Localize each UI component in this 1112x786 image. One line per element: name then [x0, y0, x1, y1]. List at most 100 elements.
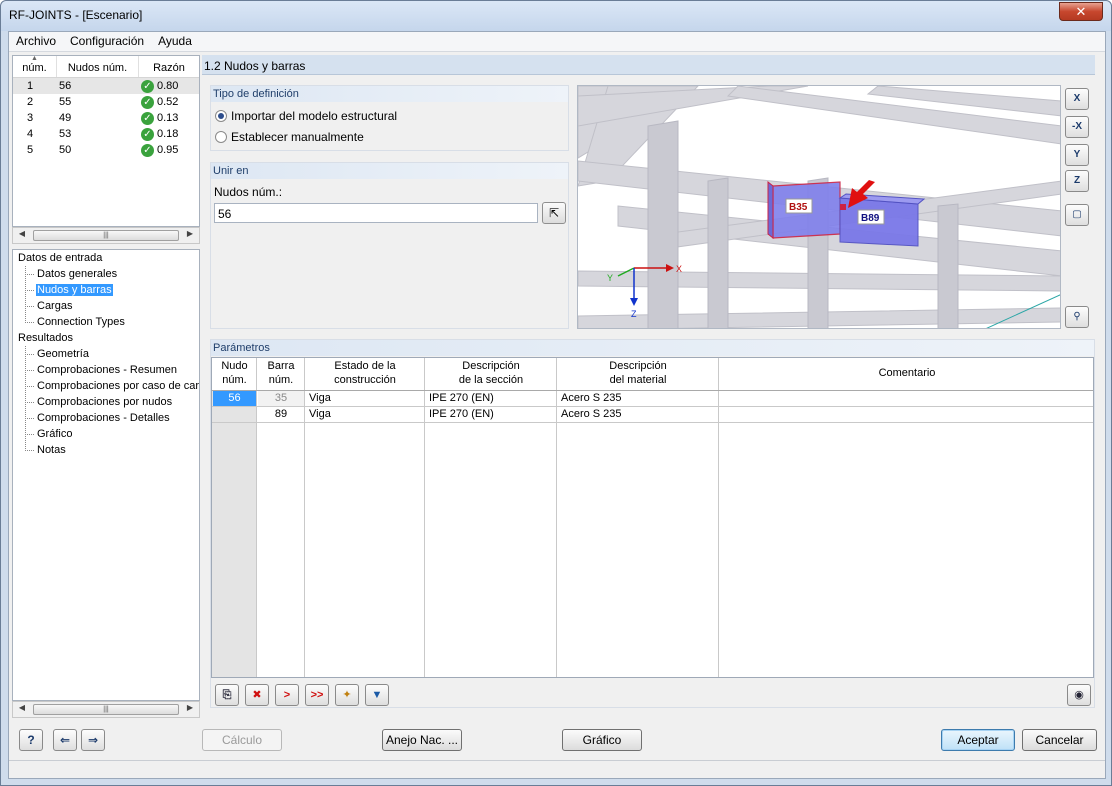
- menu-ayuda[interactable]: Ayuda: [151, 32, 199, 50]
- view-zoom-button[interactable]: ⚲: [1065, 306, 1089, 328]
- member-label-b35: B35: [789, 202, 808, 213]
- col-header-section: Descripción de la sección: [458, 360, 524, 386]
- tree-item-nodes-bars[interactable]: Nudos y barras: [13, 282, 199, 298]
- menu-configuracion[interactable]: Configuración: [63, 32, 151, 50]
- cancel-button[interactable]: Cancelar: [1022, 729, 1097, 751]
- app-window: RF-JOINTS - [Escenario] ✕ Archivo Configu…: [0, 0, 1112, 786]
- radio-manual[interactable]: Establecer manualmente: [215, 129, 364, 145]
- tree-item-geometry[interactable]: Geometría: [13, 346, 199, 362]
- national-annex-button[interactable]: Anejo Nac. ...: [382, 729, 462, 751]
- scroll-thumb[interactable]: |||: [33, 230, 179, 241]
- list-item[interactable]: 3 49 ✓ 0.13: [13, 110, 199, 126]
- tree-item-loads[interactable]: Cargas: [13, 298, 199, 314]
- scroll-thumb[interactable]: |||: [33, 704, 179, 715]
- cell-bar[interactable]: 89: [258, 407, 304, 422]
- scroll-right-icon[interactable]: ▶: [183, 229, 197, 238]
- pick-node-button[interactable]: ⇱: [542, 202, 566, 224]
- import-table-button[interactable]: ⎘: [215, 684, 239, 706]
- tree-label: Comprobaciones - Resumen: [37, 364, 178, 376]
- tree-root-input[interactable]: Datos de entrada: [13, 250, 199, 266]
- accept-button[interactable]: Aceptar: [941, 729, 1015, 751]
- list-item[interactable]: 5 50 ✓ 0.95: [13, 142, 199, 158]
- table-row[interactable]: 56 35 Viga IPE 270 (EN) Acero S 235: [212, 391, 1093, 407]
- cell-material[interactable]: Acero S 235: [558, 391, 718, 406]
- view-toolbar: X -X Y Z ▢ ⚲: [1065, 88, 1091, 330]
- close-button[interactable]: ✕: [1059, 2, 1103, 21]
- col-header-ratio[interactable]: Razón: [139, 56, 199, 77]
- tree-label: Connection Types: [37, 316, 125, 328]
- row-ratio: ✓ 0.95: [139, 142, 199, 158]
- cell-state[interactable]: Viga: [306, 407, 424, 422]
- row-ratio: ✓ 0.13: [139, 110, 199, 126]
- scroll-left-icon[interactable]: ◀: [15, 229, 29, 238]
- model-viewport[interactable]: B35 B89 X Y Z: [577, 85, 1061, 329]
- import-button[interactable]: ⇐: [53, 729, 77, 751]
- tree-item-notes[interactable]: Notas: [13, 442, 199, 458]
- view-y-button[interactable]: Y: [1065, 144, 1089, 166]
- add-button[interactable]: ✦: [335, 684, 359, 706]
- group-title: Unir en: [211, 163, 568, 179]
- tree-root-results[interactable]: Resultados: [13, 330, 199, 346]
- calculate-button[interactable]: Cálculo: [202, 729, 282, 751]
- tree-item-connection-types[interactable]: Connection Types: [13, 314, 199, 330]
- scroll-left-icon[interactable]: ◀: [15, 703, 29, 712]
- radio-button[interactable]: [215, 110, 227, 122]
- cell-state[interactable]: Viga: [306, 391, 424, 406]
- title-bar[interactable]: RF-JOINTS - [Escenario] ✕: [1, 1, 1111, 31]
- tree-item-checks-details[interactable]: Comprobaciones - Detalles: [13, 410, 199, 426]
- scroll-right-icon[interactable]: ▶: [183, 703, 197, 712]
- cell-section[interactable]: IPE 270 (EN): [426, 391, 556, 406]
- radio-button[interactable]: [215, 131, 227, 143]
- list-item[interactable]: 4 53 ✓ 0.18: [13, 126, 199, 142]
- row-num: 4: [27, 128, 34, 140]
- tree-item-graphic[interactable]: Gráfico: [13, 426, 199, 442]
- view-minus-x-button[interactable]: -X: [1065, 116, 1089, 138]
- tree-item-general-data[interactable]: Datos generales: [13, 266, 199, 282]
- cell-node[interactable]: [213, 407, 256, 422]
- col-header-bar: Barra núm.: [267, 360, 295, 386]
- navigator-tree: Datos de entrada Datos generales Nudos y…: [12, 249, 200, 701]
- list-item[interactable]: 2 55 ✓ 0.52: [13, 94, 199, 110]
- next-button[interactable]: >: [275, 684, 299, 706]
- delete-x-icon: ✖: [252, 689, 262, 701]
- ratio-value: 0.18: [157, 128, 179, 140]
- col-header-node[interactable]: Nudos núm.: [57, 56, 139, 77]
- cell-bar[interactable]: 35: [258, 391, 304, 406]
- cell-comment[interactable]: [720, 407, 1094, 422]
- filter-button[interactable]: ▼: [365, 684, 389, 706]
- view-y-icon: Y: [1073, 149, 1081, 160]
- menu-archivo[interactable]: Archivo: [9, 32, 63, 50]
- nodes-input[interactable]: 56: [214, 203, 538, 223]
- view-iso-button[interactable]: ▢: [1065, 204, 1089, 226]
- view-x-button[interactable]: X: [1065, 88, 1089, 110]
- cell-material[interactable]: Acero S 235: [558, 407, 718, 422]
- cell-node[interactable]: 56: [213, 391, 256, 406]
- view-toggle-button[interactable]: ◉: [1067, 684, 1091, 706]
- cell-section[interactable]: IPE 270 (EN): [426, 407, 556, 422]
- tree-item-checks-by-node[interactable]: Comprobaciones por nudos: [13, 394, 199, 410]
- ok-check-icon: ✓: [141, 143, 154, 157]
- table-row[interactable]: 89 Viga IPE 270 (EN) Acero S 235: [212, 407, 1093, 423]
- tree-scrollbar[interactable]: ◀ ||| ▶: [12, 701, 200, 718]
- tree-label: Geometría: [37, 348, 89, 360]
- view-x-icon: X: [1073, 93, 1081, 104]
- tree-item-checks-summary[interactable]: Comprobaciones - Resumen: [13, 362, 199, 378]
- next-all-button[interactable]: >>: [305, 684, 329, 706]
- cell-comment[interactable]: [720, 391, 1094, 406]
- nodes-list-scrollbar[interactable]: ◀ ||| ▶: [12, 227, 200, 244]
- help-button[interactable]: ?: [19, 729, 43, 751]
- list-item[interactable]: 1 56 ✓ 0.80: [13, 78, 199, 94]
- tree-item-checks-by-loadcase[interactable]: Comprobaciones por caso de carg: [13, 378, 199, 394]
- radio-import[interactable]: Importar del modelo estructural: [215, 108, 397, 124]
- delete-button[interactable]: ✖: [245, 684, 269, 706]
- nodes-list: ▲ núm. Nudos núm. Razón 1 56 ✓ 0.80 2 55 …: [12, 55, 200, 227]
- view-z-button[interactable]: Z: [1065, 170, 1089, 192]
- group-title: Tipo de definición: [211, 86, 568, 102]
- graphic-button[interactable]: Gráfico: [562, 729, 642, 751]
- tree-label: Comprobaciones - Detalles: [37, 412, 170, 424]
- model-graphic: B35 B89 X Y Z: [578, 86, 1060, 328]
- ratio-value: 0.80: [157, 80, 179, 92]
- col-header-num[interactable]: ▲ núm.: [13, 55, 57, 77]
- tree-label: Comprobaciones por nudos: [37, 396, 173, 408]
- export-button[interactable]: ⇒: [81, 729, 105, 751]
